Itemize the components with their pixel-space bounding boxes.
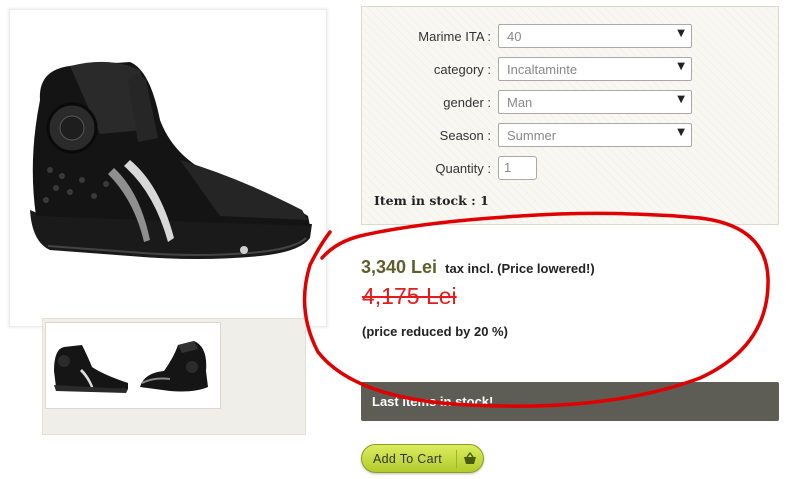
season-select[interactable]: Summer ▼ <box>498 123 692 147</box>
attribute-row-season: Season : Summer ▼ <box>362 123 780 147</box>
attribute-row-category: category : Incaltaminte ▼ <box>362 57 780 81</box>
current-price: 3,340 Lei <box>361 257 438 277</box>
thumbnail-side-view[interactable] <box>48 327 132 405</box>
product-main-image[interactable] <box>9 9 327 327</box>
season-select-value: Summer <box>507 128 557 143</box>
category-label: category : <box>433 62 491 77</box>
add-to-cart-label: Add To Cart <box>373 452 443 466</box>
thumbnail-rear-view[interactable] <box>134 327 218 405</box>
gender-select-value: Man <box>507 95 533 110</box>
triangle-down-icon: ▼ <box>677 28 685 39</box>
thumbnail-gallery <box>42 318 306 435</box>
stock-status: Item in stock : 1 <box>374 193 489 208</box>
season-label: Season : <box>439 128 491 143</box>
button-divider <box>456 450 457 468</box>
price-reduction-note: (price reduced by 20 %) <box>362 324 508 339</box>
gender-label: gender : <box>443 95 491 110</box>
gender-select[interactable]: Man ▼ <box>498 90 692 114</box>
attribute-row-quantity: Quantity : 1 <box>362 156 780 180</box>
boot-image <box>30 61 312 259</box>
last-items-banner: Last items in stock! <box>361 382 779 421</box>
size-select-value: 40 <box>507 29 522 44</box>
attribute-row-size: Marime ITA : 40 ▼ <box>362 24 780 48</box>
old-price: 4,175 Lei <box>362 283 457 309</box>
size-select[interactable]: 40 ▼ <box>498 24 692 48</box>
last-items-text: Last items in stock! <box>372 394 494 409</box>
category-select-value: Incaltaminte <box>507 62 578 77</box>
tax-note: tax incl. (Price lowered!) <box>445 261 595 276</box>
attribute-row-gender: gender : Man ▼ <box>362 90 780 114</box>
quantity-label: Quantity : <box>435 161 491 176</box>
add-to-cart-button[interactable]: Add To Cart <box>361 444 484 473</box>
category-select[interactable]: Incaltaminte ▼ <box>498 57 692 81</box>
thumbnail-strip <box>45 322 221 409</box>
price-line: 3,340 Lei tax incl. (Price lowered!) <box>361 257 595 278</box>
size-label: Marime ITA : <box>418 29 491 44</box>
triangle-down-icon: ▼ <box>677 127 685 138</box>
triangle-down-icon: ▼ <box>677 94 685 105</box>
basket-icon <box>464 452 476 464</box>
product-attributes-panel: Marime ITA : 40 ▼ category : Incaltamint… <box>361 6 779 225</box>
triangle-down-icon: ▼ <box>677 61 685 72</box>
quantity-input[interactable]: 1 <box>498 156 537 180</box>
